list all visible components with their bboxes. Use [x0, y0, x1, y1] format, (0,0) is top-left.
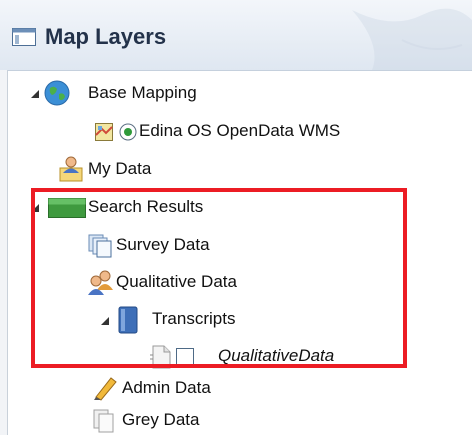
expander-expanded-icon[interactable] — [30, 89, 40, 99]
tree-node-edina[interactable]: Edina OS OpenData WMS — [95, 118, 415, 146]
tree-label: Edina OS OpenData WMS — [139, 121, 341, 140]
tree-node-admin-data[interactable]: Admin Data — [92, 375, 312, 403]
stacked-pages-icon — [93, 409, 114, 433]
tree-label: My Data — [88, 159, 152, 178]
window-icon — [12, 28, 36, 46]
panel-header: Map Layers — [0, 0, 472, 71]
tree-node-base-mapping[interactable]: Base Mapping — [30, 80, 330, 108]
tree-label: Admin Data — [122, 378, 211, 397]
tree-node-grey-data[interactable]: Grey Data — [92, 407, 312, 435]
radio-selected-icon[interactable] — [119, 123, 137, 141]
map-layer-icon — [95, 123, 113, 141]
map-watermark — [352, 8, 472, 70]
tree-label: Grey Data — [122, 410, 200, 429]
user-folder-icon — [59, 156, 83, 182]
panel-title: Map Layers — [45, 24, 167, 49]
map-layers-panel: Map Layers Base Mapping Edina OS OpenDat… — [0, 0, 472, 435]
tree-label: Base Mapping — [88, 83, 197, 102]
highlight-box — [31, 188, 407, 368]
globe-icon — [44, 80, 70, 106]
tree-node-my-data[interactable]: My Data — [58, 156, 258, 184]
pencil-icon — [94, 377, 117, 401]
